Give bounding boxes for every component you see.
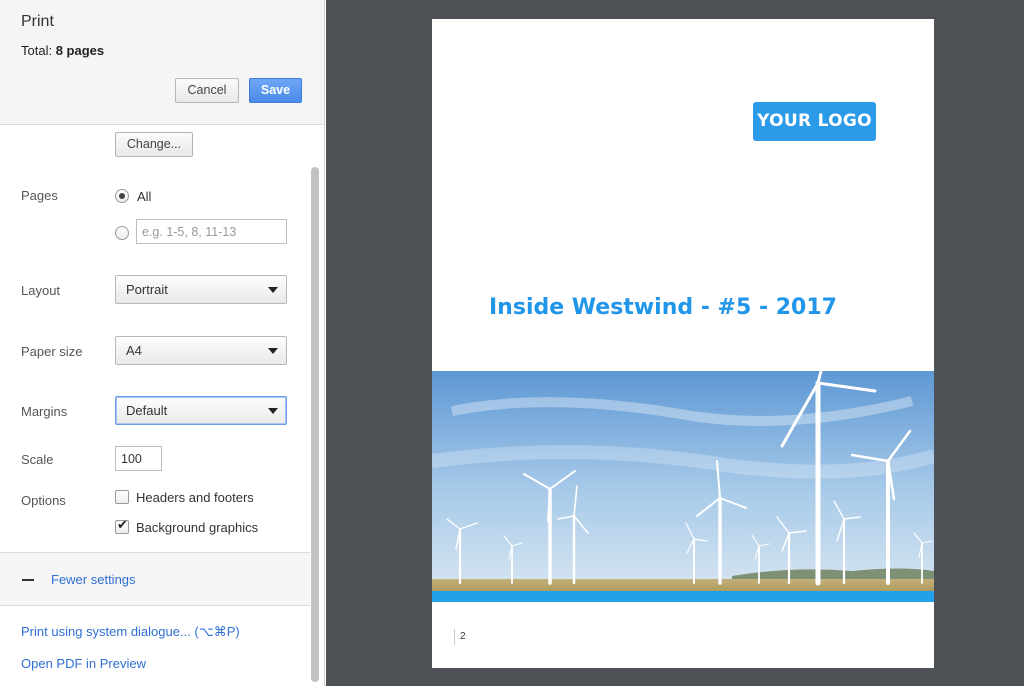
logo: YOUR LOGO	[753, 102, 876, 141]
chevron-down-icon	[268, 287, 278, 293]
chevron-down-icon	[268, 408, 278, 414]
print-header: Print Total: 8 pages Cancel Save	[0, 0, 324, 125]
wind-turbines-photo	[432, 371, 934, 594]
background-graphics-checkbox[interactable]: ✔	[115, 518, 129, 534]
print-preview-area: YOUR LOGO Inside Westwind - #5 - 2017 2	[326, 0, 1024, 686]
cancel-button[interactable]: Cancel	[175, 78, 239, 103]
headers-footers-checkbox[interactable]	[115, 490, 129, 504]
total-pages: Total: 8 pages	[21, 43, 104, 58]
headers-footers-label: Headers and footers	[136, 490, 254, 505]
system-dialogue-link[interactable]: Print using system dialogue... (⌥⌘P)	[21, 624, 240, 640]
scale-input[interactable]	[115, 446, 162, 471]
pages-custom-radio[interactable]	[115, 226, 129, 240]
print-settings-panel: Print Total: 8 pages Cancel Save Change.…	[0, 0, 325, 686]
background-graphics-label: Background graphics	[136, 520, 259, 535]
open-pdf-preview-link[interactable]: Open PDF in Preview	[21, 656, 146, 671]
minus-icon	[22, 579, 34, 581]
total-value: 8 pages	[55, 43, 105, 58]
margins-value: Default	[126, 403, 168, 418]
fewer-settings-row[interactable]: Fewer settings	[0, 552, 310, 606]
save-button[interactable]: Save	[249, 78, 302, 103]
pages-all-radio[interactable]	[115, 189, 129, 203]
options-label: Options	[21, 493, 66, 508]
paper-size-label: Paper size	[21, 344, 83, 359]
scale-label: Scale	[21, 452, 54, 467]
document-title: Inside Westwind - #5 - 2017	[489, 295, 837, 320]
margins-label: Margins	[21, 404, 68, 419]
fewer-settings-link[interactable]: Fewer settings	[51, 572, 136, 587]
total-label: Total:	[21, 43, 53, 58]
pages-all-label: All	[137, 189, 152, 204]
preview-page: YOUR LOGO Inside Westwind - #5 - 2017 2	[432, 19, 934, 668]
change-destination-button[interactable]: Change...	[115, 132, 193, 157]
pages-custom-input[interactable]	[136, 219, 287, 244]
layout-label: Layout	[21, 283, 61, 298]
pages-label: Pages	[21, 188, 58, 203]
dialog-title: Print	[21, 13, 54, 30]
layout-select[interactable]: Portrait	[115, 275, 287, 304]
scrollbar-thumb[interactable]	[311, 167, 319, 682]
checkmark-icon: ✔	[117, 518, 128, 533]
chevron-down-icon	[268, 348, 278, 354]
margins-select[interactable]: Default	[115, 396, 287, 425]
paper-size-select[interactable]: A4	[115, 336, 287, 365]
footer-bar	[432, 591, 934, 602]
paper-size-value: A4	[126, 343, 142, 358]
layout-value: Portrait	[126, 282, 168, 297]
page-number: 2	[454, 629, 466, 645]
